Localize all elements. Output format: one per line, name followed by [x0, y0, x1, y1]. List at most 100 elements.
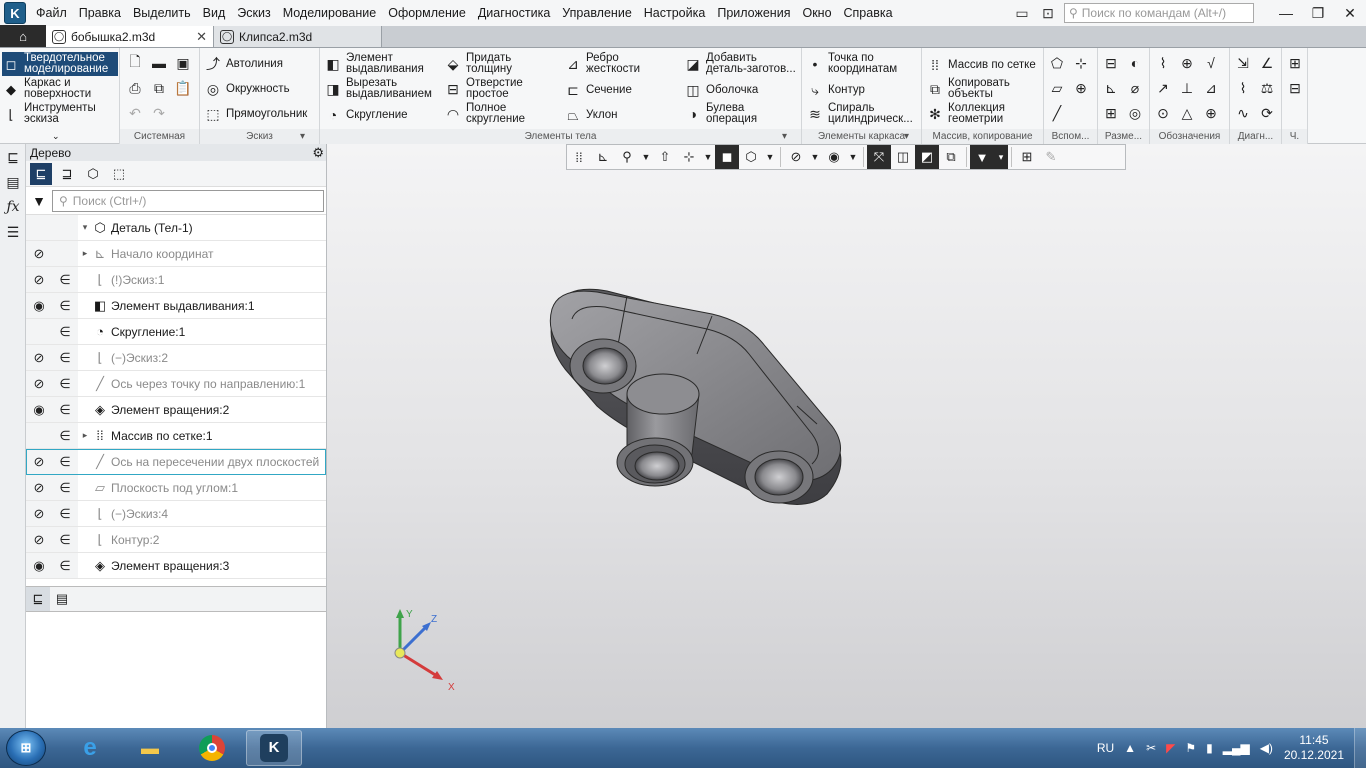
filter-icon[interactable]: ▼ — [26, 193, 52, 209]
print-icon[interactable]: ⎙ — [126, 79, 144, 97]
boolean-button[interactable]: ◑ Булева операция — [684, 102, 757, 125]
copy-objects-button[interactable]: ⧉ Копировать объекты — [926, 77, 1010, 100]
menu-item[interactable]: Окно — [796, 0, 837, 26]
tree-build-order-icon[interactable]: ⊒ — [56, 163, 78, 185]
autoline-button[interactable]: ⤴ Автолиния — [204, 55, 283, 73]
new-document-icon[interactable]: 🗋 — [126, 53, 144, 72]
clock[interactable]: 11:45 20.12.2021 — [1284, 733, 1344, 763]
rib-button[interactable]: ⊿ Ребро жесткости — [564, 52, 640, 75]
visibility-cell[interactable] — [26, 215, 52, 240]
thicken-button[interactable]: ⬙ Придать толщину — [444, 52, 512, 75]
radial-dimension-icon[interactable]: ◐ — [1126, 54, 1144, 72]
taskbar-ie-icon[interactable]: e — [62, 730, 118, 766]
eye-hidden-icon[interactable]: ⊘ — [26, 267, 52, 292]
auto-dimension-icon[interactable]: ⊞ — [1102, 104, 1120, 122]
center-mark-icon[interactable]: ⊕ — [1202, 104, 1220, 122]
menu-item[interactable]: Приложения — [711, 0, 796, 26]
expand-toggle-icon[interactable]: ▸ — [78, 430, 92, 441]
tray-tool-icon[interactable]: ✂ — [1146, 741, 1156, 755]
taskbar-explorer-icon[interactable]: ▬ — [122, 730, 178, 766]
app-logo-icon[interactable]: K — [4, 2, 26, 24]
roughness-icon[interactable]: √ — [1202, 54, 1220, 72]
shell-button[interactable]: ◫ Оболочка — [684, 81, 758, 99]
mode-frame-surfaces[interactable]: ◆ Каркас и поверхности — [2, 77, 118, 101]
close-button[interactable]: ✕ — [1334, 0, 1366, 26]
section-button[interactable]: ⊏ Сечение — [564, 81, 632, 99]
curve-check-icon[interactable]: ∿ — [1234, 104, 1252, 122]
aux-point-icon[interactable]: ⊕ — [1072, 79, 1090, 97]
panel-toggle-icon[interactable]: ▭ — [1012, 3, 1032, 23]
action-center-icon[interactable]: ⚑ — [1185, 741, 1196, 755]
eye-hidden-icon[interactable]: ⊘ — [26, 501, 52, 526]
mode-expand-icon[interactable]: ⌄ — [52, 131, 60, 142]
tree-row[interactable]: ⊘ ∈ ▱ Плоскость под углом:1 — [26, 475, 326, 501]
tree-structure-icon[interactable]: ⊑ — [30, 162, 52, 185]
point-by-coords-button[interactable]: • Точка по координатам — [806, 52, 898, 75]
menu-item[interactable]: Правка — [73, 0, 127, 26]
menu-item[interactable]: Вид — [197, 0, 232, 26]
eye-hidden-icon[interactable]: ⊘ — [26, 241, 52, 266]
thread-dimension-icon[interactable]: ◎ — [1126, 104, 1144, 122]
tree-tab-icon[interactable]: ⊑ — [26, 587, 50, 611]
eye-visible-icon[interactable]: ◉ — [26, 553, 52, 578]
measure-angle-icon[interactable]: ∠ — [1258, 54, 1276, 72]
eye-hidden-icon[interactable]: ⊘ — [26, 475, 52, 500]
datum-icon[interactable]: △ — [1178, 104, 1196, 122]
copy-icon[interactable]: ⧉ — [150, 79, 168, 97]
taskbar-chrome-icon[interactable] — [184, 730, 240, 766]
tree-row[interactable]: ▾ ⬡ Деталь (Тел-1) — [26, 215, 326, 241]
3d-viewport[interactable]: ⁞⁞ ⊾ ⚲ ▼ ⇧ ⊹ ▼ ◼ ⬡ ▼ ⊘ ▼ ◉ ▼ ⤧ ◫ ◩ ⧉ ▼ ▾… — [327, 144, 1366, 728]
menu-item[interactable]: Управление — [556, 0, 638, 26]
eye-hidden-icon[interactable]: ⊘ — [26, 371, 52, 396]
angular-dimension-icon[interactable]: ⊾ — [1102, 79, 1120, 97]
network-icon[interactable]: ▂▄▆ — [1223, 741, 1250, 755]
fillet-button[interactable]: ◔ Скругление — [324, 106, 408, 124]
fullscreen-icon[interactable]: ⊡ — [1038, 3, 1058, 23]
menu-item[interactable]: Файл — [30, 0, 73, 26]
paste-icon[interactable]: 📋 — [174, 79, 192, 97]
menu-item[interactable]: Настройка — [638, 0, 712, 26]
variables-panel-icon[interactable]: ƒx — [3, 197, 23, 217]
linear-dimension-icon[interactable]: ⊟ — [1102, 54, 1120, 72]
restore-button[interactable]: ❐ — [1302, 0, 1334, 26]
eye-hidden-icon[interactable]: ⊘ — [26, 345, 52, 370]
base-icon[interactable]: ⊕ — [1178, 54, 1196, 72]
weld-icon[interactable]: ⊿ — [1202, 79, 1220, 97]
battery-icon[interactable]: ▮ — [1206, 741, 1213, 755]
antivirus-icon[interactable]: ◤ — [1166, 741, 1175, 755]
menu-item[interactable]: Выделить — [127, 0, 197, 26]
undo-icon[interactable]: ↶ — [126, 104, 144, 122]
volume-icon[interactable]: ◀) — [1260, 741, 1273, 755]
taskbar-kompas-icon[interactable]: K — [246, 730, 302, 766]
mode-sketch-tools[interactable]: ⌊ Инструменты эскиза — [2, 102, 118, 126]
open-folder-icon[interactable]: ▬ — [150, 54, 168, 72]
menu-item[interactable]: Эскиз — [231, 0, 276, 26]
tree-row[interactable]: ⊘ ∈ ⌊ (−)Эскиз:2 — [26, 345, 326, 371]
minimize-button[interactable]: — — [1270, 0, 1302, 26]
eye-hidden-icon[interactable]: ⊘ — [26, 449, 52, 474]
tolerance-icon[interactable]: ⊥ — [1178, 79, 1196, 97]
tree-row[interactable]: ◉ ∈ ◈ Элемент вращения:2 — [26, 397, 326, 423]
measure-length-icon[interactable]: ⌇ — [1234, 79, 1252, 97]
diameter-dimension-icon[interactable]: ⌀ — [1126, 79, 1144, 97]
contour-button[interactable]: ⤷ Контур — [806, 81, 865, 99]
tree-bodies-icon[interactable]: ⬡ — [82, 163, 104, 185]
menu-item[interactable]: Оформление — [382, 0, 472, 26]
tree-row[interactable]: ◉ ∈ ◈ Элемент вращения:3 — [26, 553, 326, 579]
dropdown-arrow-icon[interactable]: ▾ — [782, 129, 787, 144]
draft-button[interactable]: ⏢ Уклон — [564, 106, 617, 124]
aux-offset-plane-icon[interactable]: ▱ — [1048, 79, 1066, 97]
deviation-icon[interactable]: ⟳ — [1258, 104, 1276, 122]
save-icon[interactable]: ▣ — [174, 54, 192, 72]
leader-icon[interactable]: ↗ — [1154, 79, 1172, 97]
dropdown-arrow-icon[interactable]: ▾ — [904, 129, 909, 144]
grid-pattern-button[interactable]: ⁞⁞ Массив по сетке — [926, 56, 1036, 74]
menu-item[interactable]: Диагностика — [472, 0, 556, 26]
tree-panel-icon[interactable]: ⊑ — [3, 147, 23, 167]
add-blank-part-button[interactable]: ◪ Добавить деталь-заготов... — [684, 52, 795, 75]
start-button[interactable]: ⊞ — [6, 730, 46, 766]
circle-button[interactable]: ◎ Окружность — [204, 80, 290, 98]
command-search-input[interactable]: ⚲ Поиск по командам (Alt+/) — [1064, 3, 1254, 23]
tree-select-icon[interactable]: ⬚ — [108, 163, 130, 185]
tree-row[interactable]: ⊘ ∈ ╱ Ось на пересечении двух плоскостей — [26, 449, 326, 475]
